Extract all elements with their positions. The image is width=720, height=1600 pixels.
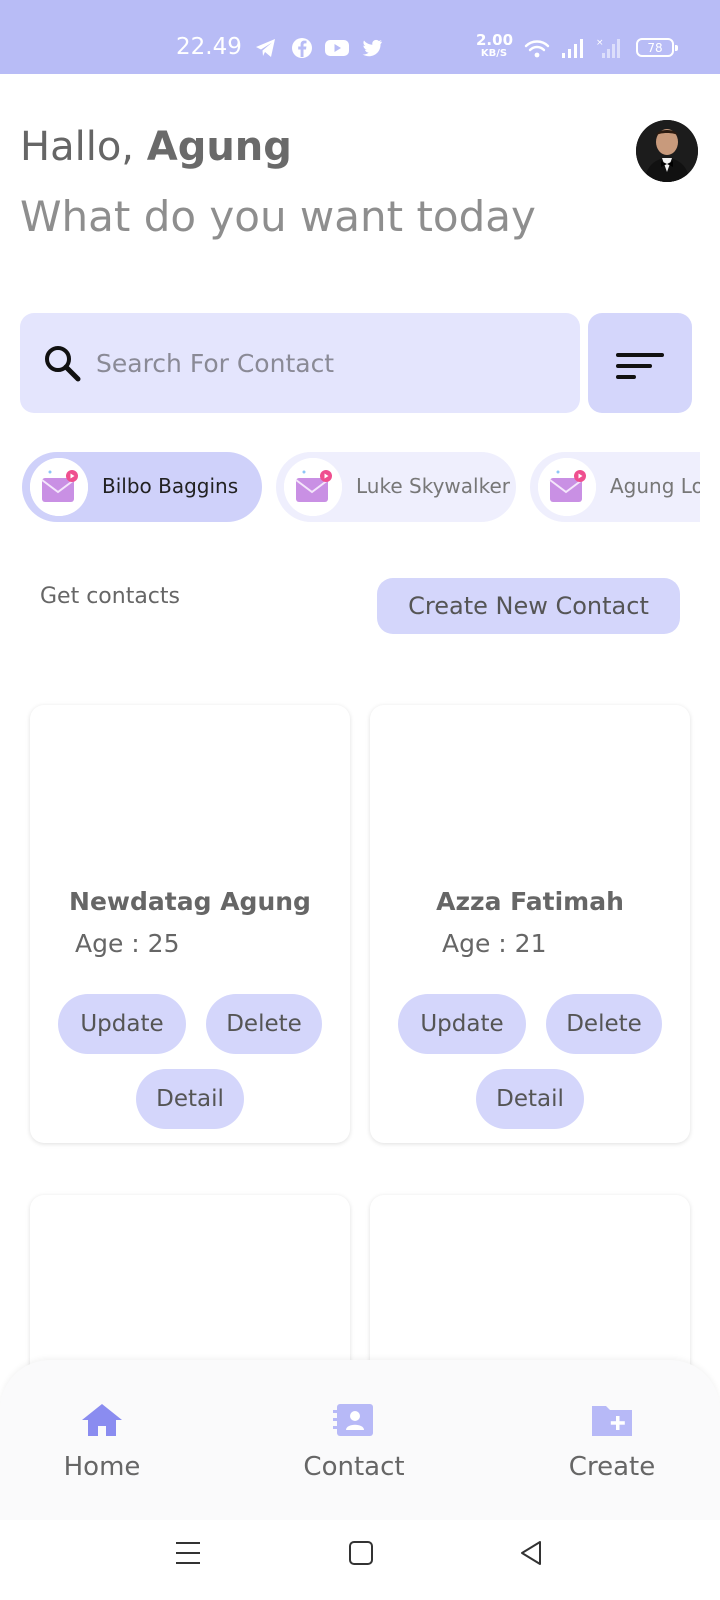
battery-level: 78 — [647, 41, 663, 55]
status-time: 22.49 — [176, 34, 242, 60]
battery-icon: 78 — [636, 38, 678, 57]
delete-button[interactable]: Delete — [546, 994, 662, 1054]
search-bar — [20, 313, 580, 413]
search-input[interactable] — [96, 339, 556, 387]
detail-button[interactable]: Detail — [136, 1069, 244, 1129]
chip-label: Luke Skywalker — [356, 474, 510, 498]
delete-button[interactable]: Delete — [206, 994, 322, 1054]
contact-card: Azza Fatimah Age : 21 Update Delete Deta… — [370, 705, 690, 1143]
nav-home[interactable]: Home — [22, 1360, 182, 1490]
net-speed-value: 2.00 — [476, 31, 514, 49]
nav-create[interactable]: Create — [532, 1360, 692, 1490]
youtube-icon — [325, 40, 349, 56]
nav-label: Contact — [303, 1452, 405, 1482]
folder-plus-icon — [592, 1406, 632, 1436]
contact-card-icon — [333, 1404, 373, 1436]
avatar-photo — [636, 120, 698, 182]
update-button[interactable]: Update — [58, 994, 186, 1054]
contact-name: Azza Fatimah — [436, 887, 624, 916]
page-subtitle: What do you want today — [20, 192, 536, 241]
bottom-nav: Home Contact Create — [0, 1360, 720, 1520]
chip-luke-skywalker[interactable]: Luke Skywalker — [276, 452, 516, 522]
contact-name: Newdatag Agung — [69, 887, 311, 916]
signal-icon-2: × — [596, 38, 620, 58]
menu-icon[interactable] — [174, 1540, 202, 1566]
nav-contact[interactable]: Contact — [274, 1360, 434, 1490]
filter-button[interactable] — [588, 313, 692, 413]
chip-label: Agung Lo — [610, 474, 700, 498]
create-new-contact-button[interactable]: Create New Contact — [377, 578, 680, 634]
update-button[interactable]: Update — [398, 994, 526, 1054]
wifi-icon — [524, 40, 550, 58]
avatar[interactable] — [636, 120, 698, 182]
contact-age: Age : 21 — [442, 929, 547, 958]
signal-icon — [562, 39, 583, 58]
home-icon — [82, 1404, 122, 1436]
net-speed: 2.00 KB/S — [476, 31, 514, 59]
system-nav-bar — [0, 1520, 720, 1600]
nav-label: Create — [568, 1452, 656, 1482]
twitter-icon — [362, 39, 382, 57]
contact-age: Age : 25 — [75, 929, 180, 958]
status-bar: 22.49 2.00 KB/S × 78 — [0, 0, 720, 74]
back-icon[interactable] — [518, 1540, 544, 1566]
greeting: Hallo, Agung — [20, 124, 292, 170]
mail-icon — [30, 458, 88, 516]
section-title: Get contacts — [40, 584, 180, 609]
svg-text:×: × — [596, 38, 604, 48]
net-speed-unit: KB/S — [480, 48, 508, 59]
chip-bilbo-baggins[interactable]: Bilbo Baggins — [22, 452, 262, 522]
chip-label: Bilbo Baggins — [102, 474, 239, 498]
detail-button[interactable]: Detail — [476, 1069, 584, 1129]
contact-card: Newdatag Agung Age : 25 Update Delete De… — [30, 705, 350, 1143]
mail-icon — [284, 458, 342, 516]
contact-chips: Bilbo Baggins Luke Skywalker Agung Lo — [20, 452, 700, 524]
search-icon — [45, 346, 81, 382]
chip-agung[interactable]: Agung Lo — [530, 452, 700, 522]
nav-label: Home — [63, 1452, 141, 1482]
mail-icon — [538, 458, 596, 516]
greeting-prefix: Hallo, — [20, 124, 135, 170]
telegram-icon — [256, 39, 275, 57]
facebook-icon — [292, 38, 312, 58]
home-square-icon[interactable] — [348, 1540, 374, 1566]
user-name: Agung — [146, 124, 292, 170]
